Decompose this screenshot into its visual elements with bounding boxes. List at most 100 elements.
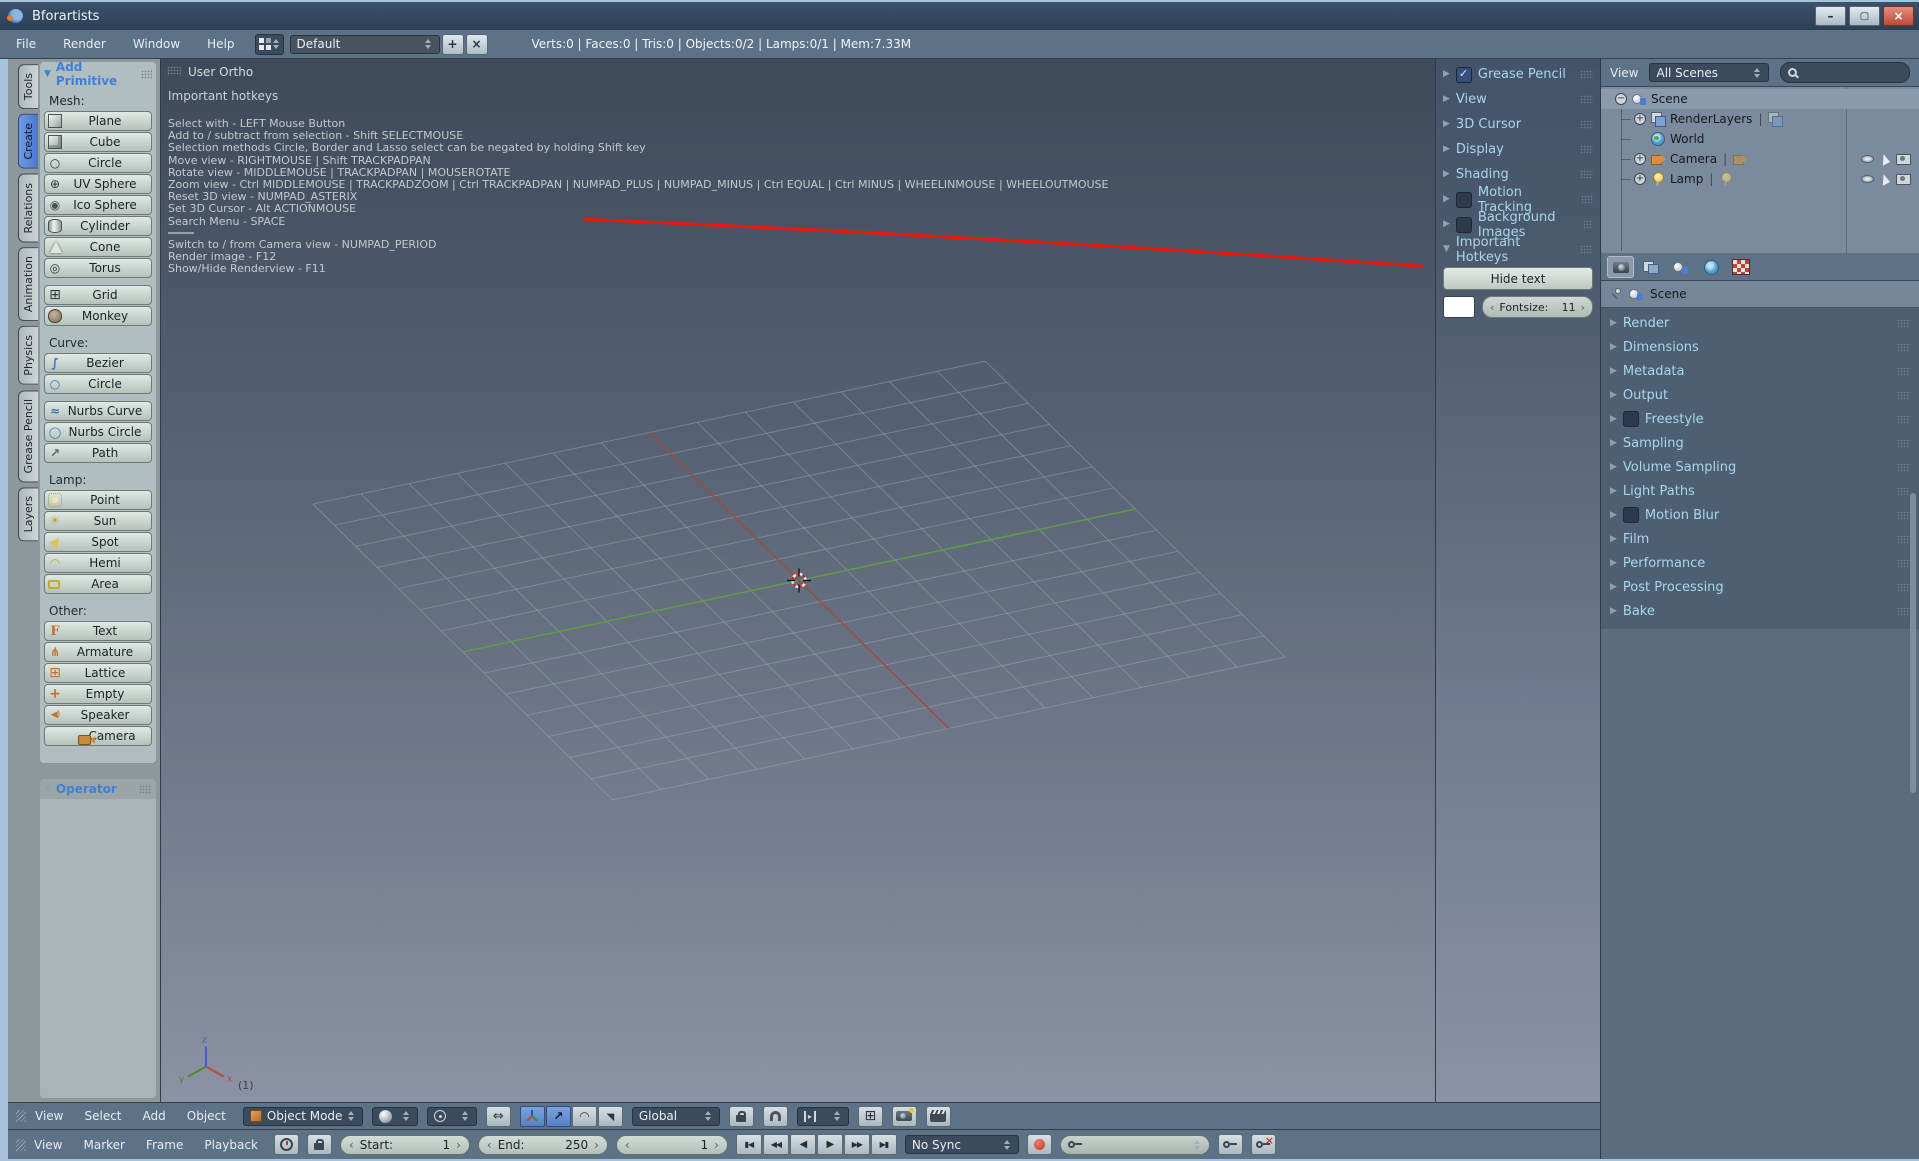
- properties-section-freestyle[interactable]: Freestyle: [1601, 407, 1919, 431]
- add-sun-lamp-button[interactable]: Sun: [44, 511, 152, 531]
- panel-grip-icon[interactable]: [1897, 439, 1910, 448]
- add-cube-button[interactable]: Cube: [44, 132, 152, 152]
- add-circle-curve-button[interactable]: Circle: [44, 374, 152, 394]
- menu-help-menu[interactable]: Help: [207, 37, 234, 51]
- add-primitive-panel-header[interactable]: Add Primitive: [44, 64, 152, 84]
- editor-type-button[interactable]: [255, 34, 284, 55]
- expand-plus-icon[interactable]: +: [1634, 153, 1646, 165]
- selectable-cursor-icon[interactable]: [1880, 152, 1890, 166]
- panel-section-background-images[interactable]: Background Images: [1436, 212, 1600, 237]
- expand-arrow-icon[interactable]: [1443, 95, 1450, 104]
- panel-section-grease-pencil[interactable]: Grease Pencil: [1436, 62, 1600, 87]
- expand-arrow-icon[interactable]: [1443, 120, 1450, 129]
- motion-blur-checkbox[interactable]: [1623, 507, 1639, 523]
- tab-layers[interactable]: Layers: [18, 487, 38, 541]
- add-cone-button[interactable]: Cone: [44, 237, 152, 257]
- render-tab[interactable]: [1607, 256, 1634, 278]
- screen-layout-select[interactable]: Default: [290, 35, 440, 54]
- minimize-button[interactable]: [1815, 6, 1846, 26]
- pin-icon[interactable]: [1610, 288, 1622, 301]
- panel-grip-icon[interactable]: [141, 70, 152, 79]
- timeline-view-menu[interactable]: View: [34, 1138, 62, 1152]
- expand-arrow-icon[interactable]: [1443, 195, 1450, 204]
- panel-section-important-hotkeys[interactable]: Important Hotkeys: [1436, 237, 1600, 262]
- outliner-item-lamp[interactable]: +Lamp|: [1601, 169, 1919, 189]
- selectable-cursor-icon[interactable]: [1880, 172, 1890, 186]
- expand-arrow-icon[interactable]: [1610, 415, 1617, 424]
- jump-to-end-button[interactable]: [871, 1134, 897, 1155]
- manipulator-toggle[interactable]: [520, 1106, 545, 1127]
- panel-grip-icon[interactable]: [1580, 70, 1593, 79]
- expand-plus-icon[interactable]: +: [1634, 173, 1646, 185]
- expand-arrow-icon[interactable]: [1610, 391, 1617, 400]
- area-corner-grip[interactable]: [16, 1139, 26, 1151]
- panel-grip-icon[interactable]: [1581, 195, 1593, 204]
- add-bezier-button[interactable]: Bezier: [44, 353, 152, 373]
- add-speaker-button[interactable]: Speaker: [44, 705, 152, 725]
- panel-grip-icon[interactable]: [1897, 535, 1910, 544]
- properties-section-metadata[interactable]: Metadata: [1601, 359, 1919, 383]
- properties-section-performance[interactable]: Performance: [1601, 551, 1919, 575]
- expand-plus-icon[interactable]: +: [1634, 113, 1646, 125]
- add-ico-sphere-button[interactable]: Ico Sphere: [44, 195, 152, 215]
- collapse-minus-icon[interactable]: −: [1615, 93, 1627, 105]
- menu-render-menu[interactable]: Render: [63, 37, 106, 51]
- freestyle-checkbox[interactable]: [1623, 411, 1639, 427]
- add-area-lamp-button[interactable]: Area: [44, 574, 152, 594]
- opengl-render-button[interactable]: [892, 1106, 917, 1127]
- render-restrict-camera-icon[interactable]: [1896, 174, 1911, 185]
- manipulate-center-points-toggle[interactable]: [486, 1106, 511, 1127]
- snap-element-select[interactable]: [797, 1107, 849, 1126]
- timeline-marker-menu[interactable]: Marker: [83, 1138, 124, 1152]
- translate-manipulator-button[interactable]: [546, 1106, 571, 1127]
- mode-select[interactable]: Object Mode: [243, 1107, 363, 1126]
- panel-section-motion-tracking[interactable]: Motion Tracking: [1436, 187, 1600, 212]
- add-plane-button[interactable]: Plane: [44, 111, 152, 131]
- add-path-button[interactable]: Path: [44, 443, 152, 463]
- opengl-render-animation-button[interactable]: [926, 1106, 951, 1127]
- properties-section-output[interactable]: Output: [1601, 383, 1919, 407]
- add-layout-button[interactable]: [442, 34, 464, 55]
- add-circle-mesh-button[interactable]: Circle: [44, 153, 152, 173]
- panel-section-3d-cursor[interactable]: 3D Cursor: [1436, 112, 1600, 137]
- layer-lock-button[interactable]: [729, 1106, 754, 1127]
- eye-icon[interactable]: [1861, 175, 1874, 183]
- operator-panel-header[interactable]: Operator: [40, 779, 156, 799]
- scene-tab[interactable]: [1667, 256, 1694, 278]
- expand-arrow-icon[interactable]: [1610, 511, 1617, 520]
- keying-set-select[interactable]: [1060, 1135, 1210, 1155]
- add-camera-object-button[interactable]: Camera: [44, 726, 152, 746]
- expand-arrow-icon[interactable]: [1443, 70, 1450, 79]
- panel-grip-icon[interactable]: [1580, 95, 1593, 104]
- expand-arrow-icon[interactable]: [1443, 220, 1450, 229]
- lock-time-button[interactable]: [307, 1134, 332, 1155]
- insert-keyframe-button[interactable]: [1218, 1134, 1243, 1155]
- view3d-view-menu[interactable]: View: [35, 1109, 63, 1123]
- text-color-swatch[interactable]: [1443, 296, 1475, 318]
- eye-icon[interactable]: [1861, 155, 1874, 163]
- properties-section-bake[interactable]: Bake: [1601, 599, 1919, 623]
- timeline-playback-menu[interactable]: Playback: [204, 1138, 258, 1152]
- panel-grip-icon[interactable]: [1897, 583, 1910, 592]
- expand-arrow-icon[interactable]: [1610, 559, 1617, 568]
- panel-grip-icon[interactable]: [1897, 559, 1910, 568]
- collapsed-panel-grip-icon[interactable]: [167, 66, 181, 76]
- properties-section-sampling[interactable]: Sampling: [1601, 431, 1919, 455]
- world-tab[interactable]: [1697, 256, 1724, 278]
- expand-arrow-icon[interactable]: [1610, 535, 1617, 544]
- add-nurbs-curve-button[interactable]: Nurbs Curve: [44, 401, 152, 421]
- panel-grip-icon[interactable]: [1897, 607, 1910, 616]
- tab-grease-pencil[interactable]: Grease Pencil: [18, 390, 38, 482]
- outliner-item-renderlayers[interactable]: +RenderLayers|: [1601, 109, 1919, 129]
- tab-tools[interactable]: Tools: [18, 64, 38, 109]
- expand-arrow-icon[interactable]: [1610, 583, 1617, 592]
- add-uv-sphere-button[interactable]: UV Sphere: [44, 174, 152, 194]
- tab-create[interactable]: Create: [18, 114, 38, 169]
- panel-grip-icon[interactable]: [1580, 145, 1593, 154]
- scale-manipulator-button[interactable]: [598, 1106, 623, 1127]
- hide-text-button[interactable]: Hide text: [1443, 267, 1593, 290]
- tab-relations[interactable]: Relations: [18, 174, 38, 243]
- snap-toggle[interactable]: [763, 1106, 788, 1127]
- add-grid-button[interactable]: Grid: [44, 285, 152, 305]
- add-hemi-lamp-button[interactable]: Hemi: [44, 553, 152, 573]
